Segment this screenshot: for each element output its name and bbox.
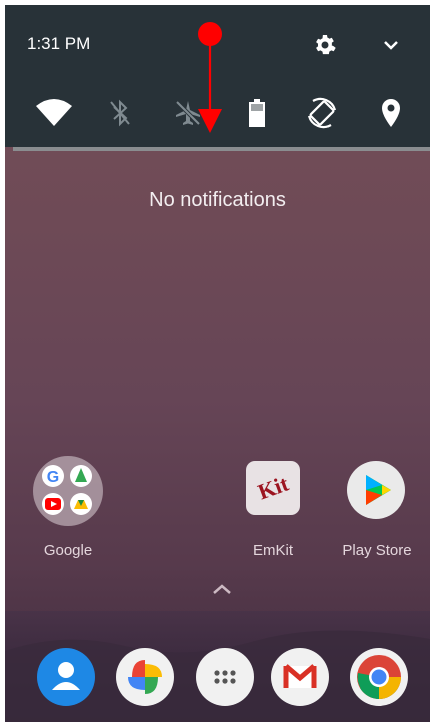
play-store-icon — [366, 475, 391, 505]
status-time: 1:31 PM — [27, 34, 91, 53]
app-label-emkit[interactable]: EmKit — [218, 542, 328, 559]
chevron-down-icon[interactable] — [379, 33, 403, 57]
gmail-icon[interactable] — [271, 648, 329, 706]
shade-divider — [13, 147, 430, 151]
emkit-logo: Kit — [254, 470, 292, 505]
app-label-play-store[interactable]: Play Store — [322, 542, 430, 559]
contacts-icon[interactable] — [37, 648, 95, 706]
battery-saver-icon[interactable] — [237, 93, 277, 133]
emkit-app-icon[interactable]: Kit — [246, 461, 300, 515]
svg-text:G: G — [47, 469, 59, 486]
play-store-app-icon[interactable] — [347, 461, 405, 519]
settings-icon[interactable] — [311, 31, 339, 59]
bluetooth-off-icon[interactable] — [100, 93, 140, 133]
chrome-icon[interactable] — [350, 648, 408, 706]
app-label-google[interactable]: Google — [13, 542, 123, 559]
google-folder-icon: G — [42, 465, 92, 515]
location-icon[interactable] — [371, 93, 411, 133]
auto-rotate-icon[interactable] — [302, 93, 342, 133]
wifi-icon[interactable] — [34, 93, 74, 133]
google-folder[interactable]: G — [33, 456, 103, 526]
photos-icon[interactable] — [116, 648, 174, 706]
all-apps-arrow-icon[interactable] — [211, 582, 233, 596]
swipe-down-arrow-icon — [198, 41, 222, 133]
phone-screen: No notifications G Google Kit EmKit Play… — [5, 5, 430, 722]
app-drawer-icon[interactable] — [196, 648, 254, 706]
empty-notifications-message: No notifications — [149, 189, 286, 211]
